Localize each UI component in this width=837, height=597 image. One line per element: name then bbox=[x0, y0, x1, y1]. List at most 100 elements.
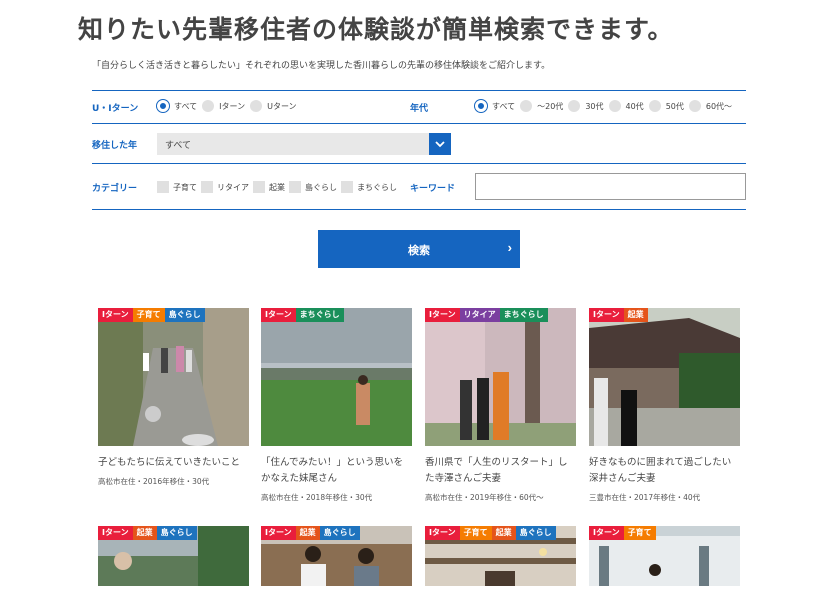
card-tag-badge[interactable]: Iターン bbox=[589, 308, 624, 322]
card-tags: Iターン 子育て bbox=[589, 526, 656, 540]
age-option-label: 60代〜 bbox=[705, 101, 733, 111]
category-option[interactable]: まちぐらし bbox=[341, 181, 397, 193]
category-checkbox[interactable] bbox=[253, 181, 265, 193]
page-subtitle: 「自分らしく活き活きと暮らしたい」それぞれの思いを実現した香川暮らしの先輩の移住… bbox=[92, 61, 551, 71]
age-option[interactable]: 30代 bbox=[568, 100, 604, 112]
turn-option-label: Iターン bbox=[219, 101, 246, 111]
divider bbox=[92, 163, 746, 164]
card-tag-badge[interactable]: Iターン bbox=[425, 308, 460, 322]
card-tag-badge[interactable]: 島ぐらし bbox=[319, 526, 360, 540]
category-option[interactable]: 起業 bbox=[253, 181, 285, 193]
experience-card[interactable]: Iターン 子育て 起業 島ぐらし bbox=[425, 526, 576, 586]
category-option-label: 子育て bbox=[173, 182, 197, 192]
card-tag-badge[interactable]: Iターン bbox=[425, 526, 460, 540]
card-tag-badge[interactable]: 起業 bbox=[132, 526, 157, 540]
card-photo[interactable]: Iターン 子育て 島ぐらし bbox=[98, 308, 249, 446]
experience-card[interactable]: Iターン 子育て bbox=[589, 526, 740, 586]
card-photo[interactable]: Iターン まちぐらし bbox=[261, 308, 412, 446]
card-photo[interactable]: Iターン 子育て bbox=[589, 526, 740, 586]
category-filter-label: カテゴリー bbox=[92, 184, 138, 194]
card-photo[interactable]: Iターン 起業 島ぐらし bbox=[261, 526, 412, 586]
card-photo[interactable]: Iターン 起業 島ぐらし bbox=[98, 526, 249, 586]
keyword-input[interactable] bbox=[475, 173, 746, 200]
experience-card[interactable]: Iターン リタイア まちぐらし 香川県で「人生のリスタート」した寺澤さんご夫妻 高松市在… bbox=[425, 308, 576, 508]
category-checkbox-group: 子育て リタイア 起業 島ぐらし まちぐらし bbox=[157, 181, 401, 193]
age-option[interactable]: 〜20代 bbox=[520, 100, 563, 112]
turn-option[interactable]: Uターン bbox=[250, 100, 297, 112]
age-radio[interactable] bbox=[520, 100, 533, 112]
card-tag-badge[interactable]: Iターン bbox=[589, 526, 624, 540]
experience-card[interactable]: Iターン 子育て 島ぐらし 子どもたちに伝えていきたいこと 高松市在住・2016年移住・… bbox=[98, 308, 249, 508]
card-tag-badge[interactable]: Iターン bbox=[98, 526, 133, 540]
category-option[interactable]: リタイア bbox=[201, 181, 249, 193]
card-tag-badge[interactable]: まちぐらし bbox=[295, 308, 344, 322]
age-radio[interactable] bbox=[475, 100, 487, 112]
experience-card[interactable]: Iターン 起業 好きなものに囲まれて過ごしたい深井さんご夫妻 三豊市在住・2017年移… bbox=[589, 308, 740, 508]
turn-option-label: Uターン bbox=[267, 101, 297, 111]
card-tag-badge[interactable]: Iターン bbox=[98, 308, 133, 322]
age-option[interactable]: 60代〜 bbox=[688, 100, 733, 112]
card-tags: Iターン リタイア まちぐらし bbox=[425, 308, 548, 322]
card-tag-badge[interactable]: リタイア bbox=[459, 308, 500, 322]
category-checkbox[interactable] bbox=[201, 181, 213, 193]
card-tag-badge[interactable]: 島ぐらし bbox=[164, 308, 205, 322]
category-option-label: 島ぐらし bbox=[305, 182, 337, 192]
turn-radio[interactable] bbox=[250, 100, 263, 112]
card-tag-badge[interactable]: 島ぐらし bbox=[156, 526, 197, 540]
age-option-label: すべて bbox=[492, 101, 516, 111]
turn-option-label: すべて bbox=[174, 101, 198, 111]
card-tags: Iターン まちぐらし bbox=[261, 308, 344, 322]
category-option[interactable]: 子育て bbox=[157, 181, 197, 193]
chevron-down-icon[interactable] bbox=[429, 133, 451, 155]
turn-filter-label: U・Iターン bbox=[92, 104, 139, 114]
turn-radio[interactable] bbox=[202, 100, 215, 112]
age-option[interactable]: 50代 bbox=[648, 100, 684, 112]
age-radio[interactable] bbox=[688, 100, 701, 112]
card-title[interactable]: 「住んでみたい！」という思いをかなえた妹尾さん bbox=[261, 455, 412, 487]
card-tags: Iターン 起業 bbox=[589, 308, 648, 322]
experience-card[interactable]: Iターン 起業 島ぐらし bbox=[261, 526, 412, 586]
year-select[interactable]: すべて bbox=[157, 133, 451, 155]
card-title[interactable]: 好きなものに囲まれて過ごしたい深井さんご夫妻 bbox=[589, 455, 740, 487]
card-tag-badge[interactable]: まちぐらし bbox=[499, 308, 548, 322]
card-title[interactable]: 子どもたちに伝えていきたいこと bbox=[98, 455, 249, 471]
turn-option[interactable]: すべて bbox=[157, 100, 197, 112]
age-option[interactable]: 40代 bbox=[608, 100, 644, 112]
age-option[interactable]: すべて bbox=[475, 100, 515, 112]
chevron-right-icon: › bbox=[507, 240, 512, 255]
age-radio[interactable] bbox=[608, 100, 621, 112]
card-tag-badge[interactable]: Iターン bbox=[261, 308, 296, 322]
category-checkbox[interactable] bbox=[289, 181, 301, 193]
category-option-label: 起業 bbox=[269, 182, 285, 192]
card-meta: 高松市在住・2018年移住・30代 bbox=[261, 493, 373, 502]
card-tag-badge[interactable]: 起業 bbox=[491, 526, 516, 540]
card-tag-badge[interactable]: 起業 bbox=[295, 526, 320, 540]
card-photo[interactable]: Iターン 起業 bbox=[589, 308, 740, 446]
experience-card[interactable]: Iターン 起業 島ぐらし bbox=[98, 526, 249, 586]
turn-radio[interactable] bbox=[157, 100, 169, 112]
card-tags: Iターン 起業 島ぐらし bbox=[98, 526, 197, 540]
turn-option[interactable]: Iターン bbox=[202, 100, 245, 112]
experience-card[interactable]: Iターン まちぐらし「住んでみたい！」という思いをかなえた妹尾さん高松市在住・20… bbox=[261, 308, 412, 508]
card-tag-badge[interactable]: Iターン bbox=[261, 526, 296, 540]
card-tag-badge[interactable]: 子育て bbox=[459, 526, 492, 540]
card-photo[interactable]: Iターン 子育て 起業 島ぐらし bbox=[425, 526, 576, 586]
divider bbox=[92, 90, 746, 91]
age-radio[interactable] bbox=[568, 100, 581, 112]
year-select-value: すべて bbox=[165, 141, 192, 151]
search-button[interactable]: 検索 › bbox=[318, 230, 520, 268]
category-option-label: リタイア bbox=[217, 182, 249, 192]
card-photo[interactable]: Iターン リタイア まちぐらし bbox=[425, 308, 576, 446]
card-tag-badge[interactable]: 島ぐらし bbox=[515, 526, 556, 540]
card-tag-badge[interactable]: 子育て bbox=[132, 308, 165, 322]
card-title[interactable]: 香川県で「人生のリスタート」した寺澤さんご夫妻 bbox=[425, 455, 576, 487]
category-checkbox[interactable] bbox=[341, 181, 353, 193]
age-option-label: 〜20代 bbox=[537, 101, 564, 111]
card-tag-badge[interactable]: 起業 bbox=[623, 308, 648, 322]
card-tags: Iターン 起業 島ぐらし bbox=[261, 526, 360, 540]
age-radio[interactable] bbox=[648, 100, 661, 112]
card-tag-badge[interactable]: 子育て bbox=[623, 526, 656, 540]
category-checkbox[interactable] bbox=[157, 181, 169, 193]
turn-radio-group: すべて Iターン Uターン bbox=[157, 100, 302, 112]
category-option[interactable]: 島ぐらし bbox=[289, 181, 337, 193]
